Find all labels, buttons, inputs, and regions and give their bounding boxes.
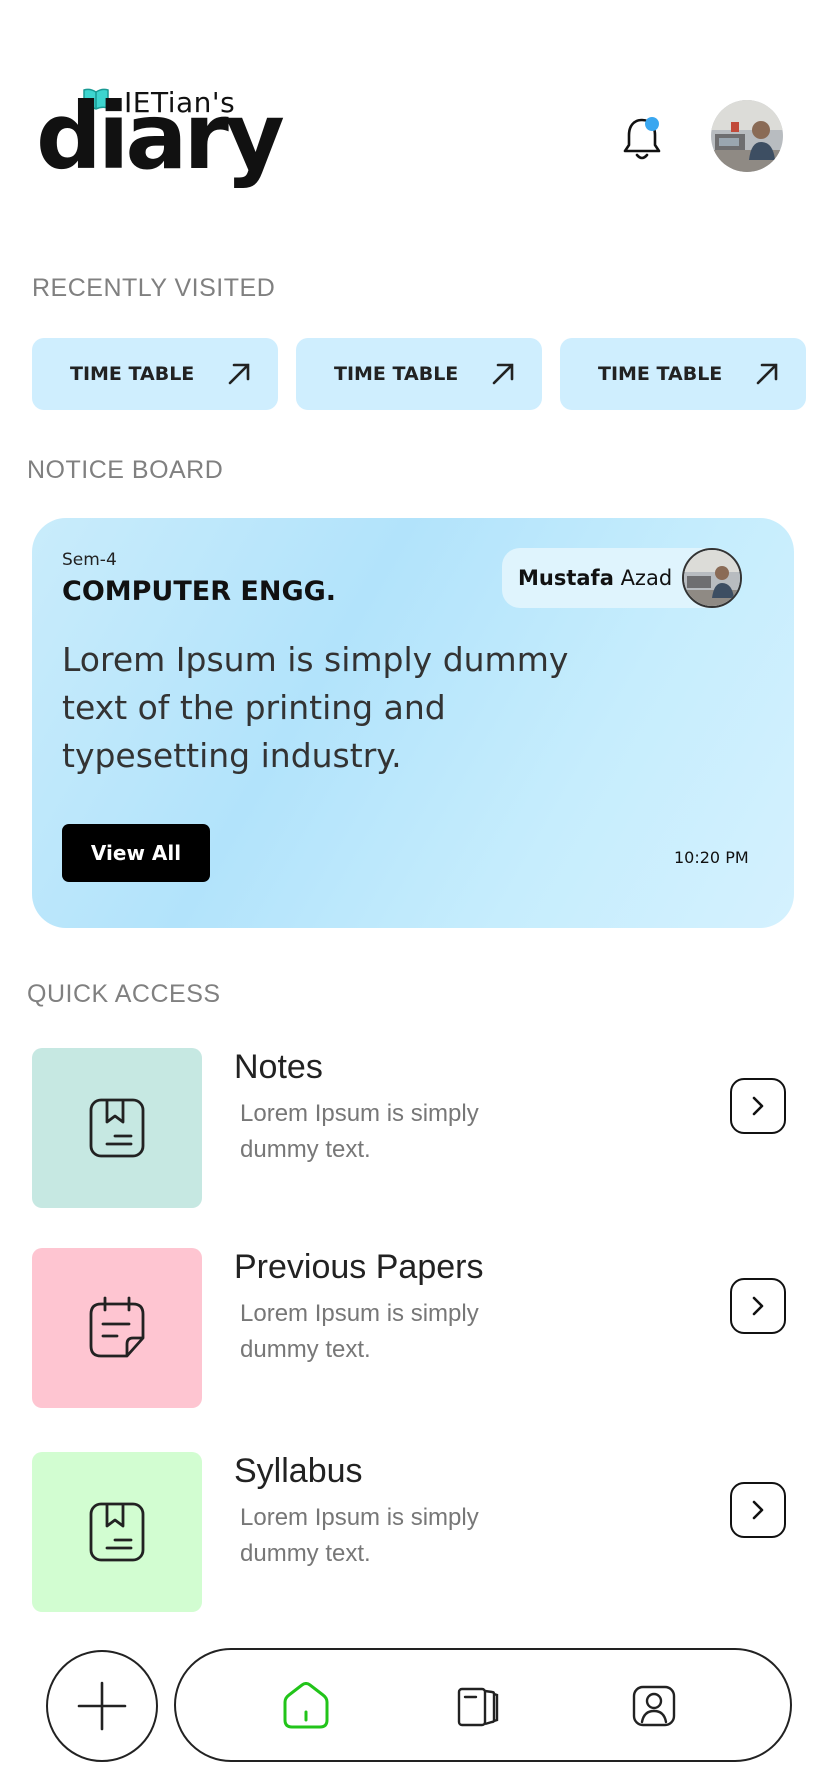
chevron-right-icon xyxy=(752,1500,764,1520)
author-avatar xyxy=(682,548,742,608)
recent-item-label: TIME TABLE xyxy=(70,363,195,385)
notice-semester: Sem-4 xyxy=(62,550,117,570)
recent-item-time-table[interactable]: TIME TABLE xyxy=(560,338,806,410)
notes-tile xyxy=(32,1048,202,1208)
chevron-right-icon xyxy=(752,1296,764,1316)
quick-access-heading: QUICK ACCESS xyxy=(27,980,221,1008)
recent-item-label: TIME TABLE xyxy=(598,363,723,385)
syllabus-open-button[interactable] xyxy=(730,1482,786,1538)
notification-dot xyxy=(645,117,659,131)
quick-access-notes[interactable]: Notes Lorem Ipsum is simply dummy text. xyxy=(32,1048,792,1208)
profile-icon xyxy=(632,1685,676,1727)
author-first-name: Mustafa xyxy=(518,566,614,590)
syllabus-title: Syllabus xyxy=(234,1452,363,1490)
bottom-nav-bar xyxy=(174,1648,792,1762)
calendar-note-icon xyxy=(89,1296,145,1358)
notice-department: COMPUTER ENGG. xyxy=(62,576,337,607)
recently-visited-heading: RECENTLY VISITED xyxy=(32,274,276,302)
quick-access-previous-papers[interactable]: Previous Papers Lorem Ipsum is simply du… xyxy=(32,1248,792,1408)
app-logo: IETian's diary xyxy=(36,82,285,192)
arrow-up-right-icon xyxy=(492,363,514,385)
previous-papers-tile xyxy=(32,1248,202,1408)
quick-access-syllabus[interactable]: Syllabus Lorem Ipsum is simply dummy tex… xyxy=(32,1452,792,1612)
arrow-up-right-icon xyxy=(228,363,250,385)
bookmark-book-icon xyxy=(89,1098,145,1158)
notes-description: Lorem Ipsum is simply dummy text. xyxy=(240,1100,479,1163)
previous-papers-open-button[interactable] xyxy=(730,1278,786,1334)
logo-title: diary xyxy=(36,83,285,190)
home-icon xyxy=(283,1682,329,1729)
nav-books[interactable] xyxy=(452,1680,504,1732)
recent-item-label: TIME TABLE xyxy=(334,363,459,385)
author-name: Mustafa Azad xyxy=(518,566,672,590)
notes-open-button[interactable] xyxy=(730,1078,786,1134)
notice-time: 10:20 PM xyxy=(674,848,749,867)
recent-item-time-table[interactable]: TIME TABLE xyxy=(296,338,542,410)
plus-icon xyxy=(77,1681,127,1731)
books-icon xyxy=(457,1687,499,1727)
arrow-up-right-icon xyxy=(756,363,778,385)
user-avatar[interactable] xyxy=(711,100,783,172)
bookmark-book-icon xyxy=(89,1502,145,1562)
add-button[interactable] xyxy=(46,1650,158,1762)
nav-profile[interactable] xyxy=(628,1680,680,1732)
nav-home[interactable] xyxy=(280,1680,332,1732)
notice-body-text: Lorem Ipsum is simply dummy text of the … xyxy=(62,640,569,775)
notice-author: Mustafa Azad xyxy=(502,548,742,608)
notes-title: Notes xyxy=(234,1048,323,1086)
previous-papers-description: Lorem Ipsum is simply dummy text. xyxy=(240,1300,479,1363)
notice-board-heading: NOTICE BOARD xyxy=(27,456,224,484)
chevron-right-icon xyxy=(752,1096,764,1116)
previous-papers-title: Previous Papers xyxy=(234,1248,484,1286)
app-header: IETian's diary xyxy=(0,0,828,210)
notification-bell-icon[interactable] xyxy=(620,114,664,164)
syllabus-description: Lorem Ipsum is simply dummy text. xyxy=(240,1504,479,1567)
author-last-name: Azad xyxy=(620,566,673,590)
notice-card[interactable]: Sem-4 COMPUTER ENGG. Mustafa Azad Lorem … xyxy=(32,518,794,928)
syllabus-tile xyxy=(32,1452,202,1612)
recent-item-time-table[interactable]: TIME TABLE xyxy=(32,338,278,410)
view-all-button[interactable]: View All xyxy=(62,824,210,882)
